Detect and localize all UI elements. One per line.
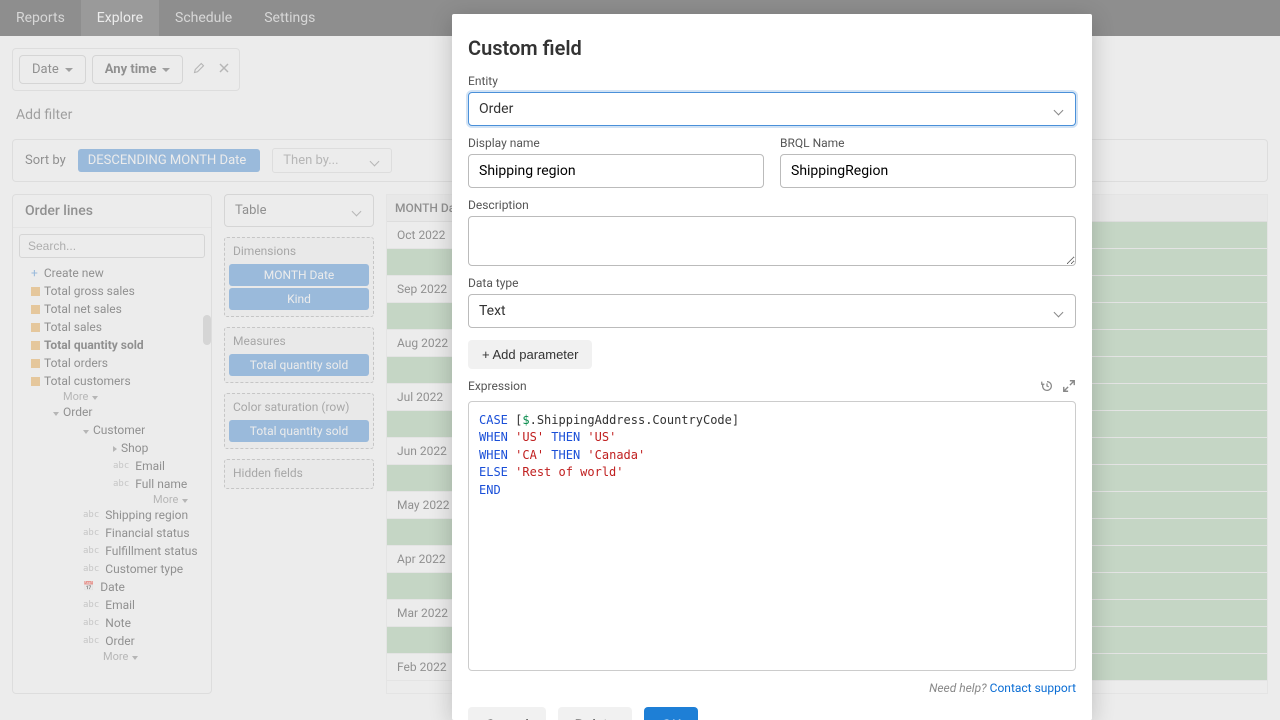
chevron-down-icon	[1055, 104, 1065, 114]
contact-support-link[interactable]: Contact support	[990, 681, 1076, 695]
expression-label: Expression	[468, 379, 527, 393]
expression-editor[interactable]: CASE [$.ShippingAddress.CountryCode] WHE…	[468, 401, 1076, 671]
display-name-input[interactable]	[468, 154, 764, 188]
ok-button[interactable]: OK	[644, 707, 698, 720]
help-text: Need help?	[929, 681, 987, 695]
brql-name-label: BRQL Name	[780, 136, 1076, 150]
entity-select[interactable]: Order	[468, 92, 1076, 126]
help-row: Need help? Contact support	[468, 681, 1076, 695]
custom-field-modal: Custom field Entity Order Display name B…	[452, 14, 1092, 720]
modal-title: Custom field	[468, 36, 1076, 60]
data-type-select[interactable]: Text	[468, 294, 1076, 328]
data-type-value: Text	[479, 303, 506, 319]
expand-icon[interactable]	[1062, 379, 1076, 397]
add-parameter-button[interactable]: + Add parameter	[468, 340, 592, 369]
data-type-label: Data type	[468, 276, 1076, 290]
description-label: Description	[468, 198, 1076, 212]
delete-button[interactable]: Delete	[558, 707, 632, 720]
brql-name-input[interactable]	[780, 154, 1076, 188]
display-name-label: Display name	[468, 136, 764, 150]
description-input[interactable]	[468, 216, 1076, 266]
chevron-down-icon	[1055, 306, 1065, 316]
entity-label: Entity	[468, 74, 1076, 88]
cancel-button[interactable]: Cancel	[468, 707, 546, 720]
history-icon[interactable]	[1040, 379, 1054, 397]
entity-value: Order	[479, 101, 513, 117]
